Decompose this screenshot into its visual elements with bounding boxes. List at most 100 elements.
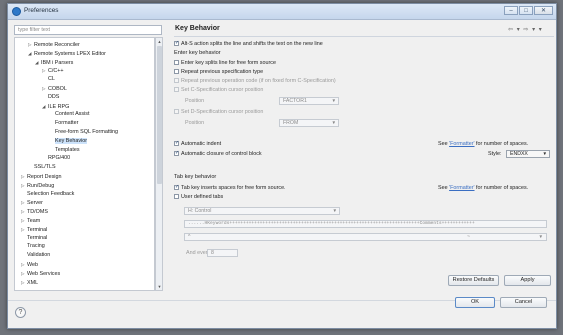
checkbox-checked-icon[interactable] (174, 140, 179, 147)
set-c-label: Set C-Specification cursor position (181, 87, 264, 93)
tree-item[interactable]: ▷ Web (21, 261, 38, 268)
restore-defaults-button[interactable]: Restore Defaults (448, 275, 499, 286)
tree-item-label: Server (27, 200, 43, 207)
tree-scrollbar[interactable]: ▲ ▼ (155, 37, 163, 291)
checkbox-icon[interactable] (174, 194, 179, 199)
repeat-prev-label: Repeat previous specification type (181, 69, 264, 75)
d-position-combo: FROM ▼ (279, 119, 339, 127)
cancel-button[interactable]: Cancel (500, 297, 547, 308)
user-tabs-option[interactable]: User defined tabs (174, 194, 223, 201)
enter-splits-option[interactable]: Enter key splits line for free form sour… (174, 60, 276, 67)
preferences-app-icon (12, 7, 21, 16)
tree-item[interactable]: Free-form SQL Formatting (49, 129, 118, 136)
page-navigation-arrows[interactable]: ⇦ ▾ ⇨ ▾ ▾ (508, 26, 543, 33)
formatter-link[interactable]: 'Formatter' (449, 185, 474, 191)
style-combo[interactable]: ENDXX ▼ (506, 150, 550, 158)
auto-indent-hint: See 'Formatter' for number of spaces. (438, 141, 528, 148)
c-position-value: FACTOR1 (283, 98, 307, 104)
tree-item-label: Terminal (27, 234, 48, 241)
see-suffix: for number of spaces. (474, 185, 529, 191)
auto-indent-option[interactable]: Automatic indent (174, 140, 221, 148)
scroll-up-arrow-icon[interactable]: ▲ (157, 39, 162, 44)
tree-item[interactable]: DDS (42, 94, 59, 101)
dropdown-arrow-icon: ▼ (331, 120, 336, 125)
minimize-button[interactable]: – (504, 6, 518, 15)
formatter-link[interactable]: 'Formatter' (449, 141, 474, 147)
checkbox-checked-icon[interactable] (174, 150, 179, 157)
tree-item[interactable]: Key Behavior (49, 137, 88, 145)
title-bar: Preferences – □ ✕ (8, 4, 556, 20)
tree-item[interactable]: Content Assist (49, 111, 89, 118)
tree-item-label: Tracing (27, 243, 45, 250)
repeat-prev-option[interactable]: Repeat previous specification type (174, 69, 263, 76)
dropdown-arrow-icon: ▼ (538, 234, 543, 239)
page-title: Key Behavior (175, 25, 220, 32)
tree-item[interactable]: ▷ XML (21, 279, 38, 286)
tree-item[interactable]: ▷ TD/OMS (21, 208, 48, 215)
checkbox-icon[interactable] (174, 60, 179, 65)
auto-close-option[interactable]: Automatic closure of control block (174, 150, 262, 158)
tree-item-label: Validation (27, 252, 51, 259)
tab-stop-marker: ~ (467, 234, 471, 240)
tree-item[interactable]: ▷ Run/Debug (21, 182, 54, 189)
tree-item[interactable]: ▷ Terminal (21, 226, 47, 233)
tree-item[interactable]: ▷ COBOL (42, 85, 67, 92)
checkbox-disabled-icon (174, 78, 179, 83)
alt-s-option[interactable]: Alt-S action splits the line and shifts … (174, 40, 323, 48)
tree-item-label: IBM i Parsers (41, 59, 74, 66)
d-position-label: Position (185, 120, 205, 126)
style-label: Style: (488, 151, 502, 157)
tree-item[interactable]: ◢ IBM i Parsers (35, 59, 73, 66)
tree-item[interactable]: Tracing (21, 243, 45, 250)
help-icon[interactable]: ? (15, 307, 26, 318)
tree-item[interactable]: ▷ Remote Reconciler (28, 41, 80, 48)
window-title: Preferences (24, 7, 59, 14)
checkbox-checked-icon[interactable] (174, 184, 179, 191)
see-prefix: See (438, 185, 450, 191)
tree-item-label: Remote Reconciler (34, 42, 80, 48)
tree-item[interactable]: Terminal (21, 235, 47, 242)
tree-item[interactable]: SSL/TLS (28, 164, 56, 171)
checkbox-checked-icon[interactable] (174, 40, 179, 47)
apply-button[interactable]: Apply (504, 275, 551, 286)
tree-item[interactable]: Templates (49, 147, 80, 154)
tab-inserts-hint: See 'Formatter' for number of spaces. (438, 185, 528, 192)
maximize-button[interactable]: □ (519, 6, 533, 15)
tree-item[interactable]: ◢ ILE RPG (42, 103, 69, 110)
tree-item-label: Report Design (27, 174, 62, 180)
checkbox-disabled-icon (174, 87, 179, 92)
checkbox-icon[interactable] (174, 69, 179, 74)
tab-inserts-option[interactable]: Tab key inserts spaces for free form sou… (174, 184, 286, 192)
tree-item-label: Templates (55, 146, 80, 153)
see-suffix: for number of spaces. (474, 141, 529, 147)
tree-item[interactable]: ▷ Server (21, 199, 43, 206)
preferences-dialog: Preferences – □ ✕ type filter text ▷ Remo… (7, 3, 557, 329)
tree-item[interactable]: CL (42, 76, 55, 83)
user-tabs-label: User defined tabs (181, 194, 224, 200)
tree-item-label: Web (27, 262, 38, 268)
tree-item-label: Free-form SQL Formatting (55, 129, 119, 135)
tree-item[interactable]: ▷ Web Services (21, 270, 60, 277)
c-position-label: Position (185, 98, 205, 104)
tree-item[interactable]: Validation (21, 252, 50, 259)
dropdown-arrow-icon: ▼ (331, 98, 336, 103)
enter-key-section-label: Enter key behavior (174, 50, 221, 56)
scroll-down-arrow-icon[interactable]: ▼ (157, 284, 162, 289)
filter-input[interactable]: type filter text (14, 25, 162, 35)
tree-item[interactable]: RPG/400 (42, 155, 70, 162)
title-separator (174, 36, 554, 37)
tree-item[interactable]: ◢ Remote Systems LPEX Editor (28, 50, 106, 57)
tree-item[interactable]: Selection Feedback (21, 191, 74, 198)
tree-item[interactable]: ▷ C/C++ (42, 67, 64, 74)
spec-type-value: H: Control (188, 208, 212, 214)
dropdown-arrow-icon: ▼ (542, 151, 547, 156)
ok-button[interactable]: OK (455, 297, 495, 308)
tree-item[interactable]: ▷ Team (21, 217, 40, 224)
set-d-option: Set D-Specification cursor position (174, 109, 263, 116)
close-button[interactable]: ✕ (534, 6, 553, 15)
tree-item[interactable]: ▷ Report Design (21, 173, 61, 180)
scroll-thumb[interactable] (157, 46, 162, 184)
tree-item-label: Web Services (27, 270, 61, 277)
tree-item[interactable]: Formatter (49, 120, 78, 127)
tab-ruler-field: ......HKeywords+++++++++++++++++++++++++… (184, 220, 547, 228)
